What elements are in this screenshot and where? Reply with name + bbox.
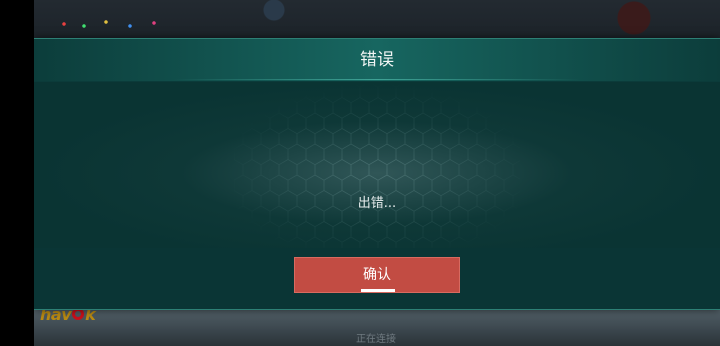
background-scene-top [34, 0, 720, 40]
dialog-title: 错误 [360, 50, 394, 70]
error-message: 出错... [357, 196, 397, 211]
focus-indicator [361, 289, 395, 292]
loading-hint: 正在连接 [356, 334, 396, 345]
string-lights [54, 18, 174, 30]
dialog-body: 出错... [34, 82, 720, 248]
error-dialog: 错误 出错... 确认 [34, 38, 720, 310]
confirm-button-label: 确认 [363, 267, 391, 283]
hexagon-pattern [234, 82, 520, 248]
confirm-button[interactable]: 确认 [294, 257, 460, 293]
